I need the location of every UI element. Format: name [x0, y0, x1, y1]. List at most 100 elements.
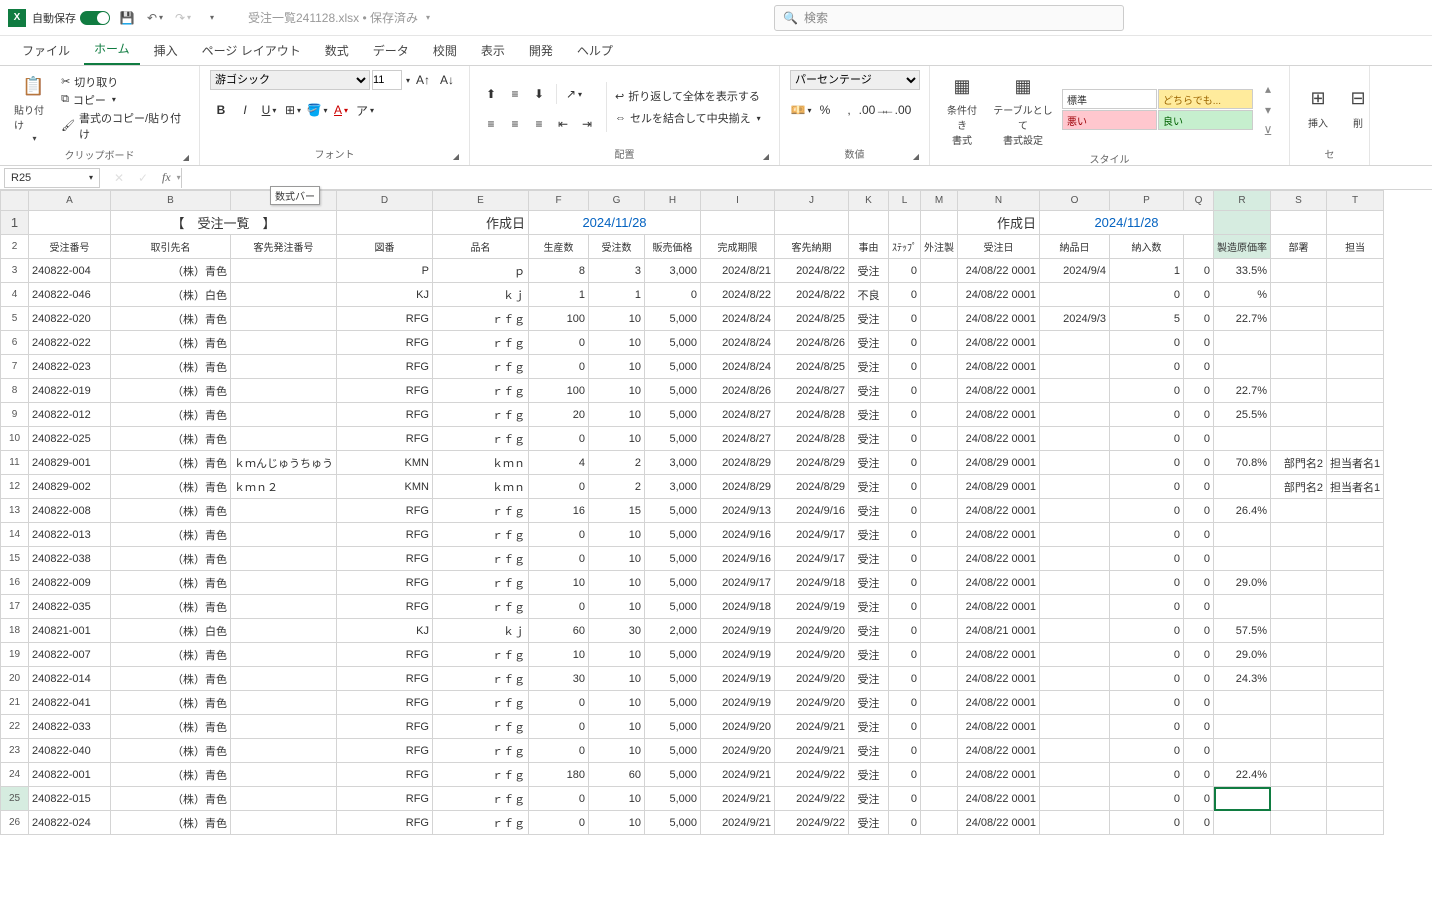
cell[interactable]: 0: [1184, 499, 1214, 523]
cell[interactable]: ｋｍｎ２: [231, 475, 337, 499]
cell[interactable]: 60: [529, 619, 589, 643]
cell[interactable]: [1214, 691, 1271, 715]
cell[interactable]: 240822-007: [29, 643, 111, 667]
align-middle-icon[interactable]: ≡: [504, 84, 526, 104]
col-header-O[interactable]: O: [1040, 191, 1110, 211]
cell[interactable]: （株）青色: [111, 451, 231, 475]
row-header[interactable]: 13: [1, 499, 29, 523]
col-header-D[interactable]: D: [337, 191, 433, 211]
cell[interactable]: 240822-001: [29, 763, 111, 787]
phonetic-button[interactable]: ア▾: [354, 100, 376, 120]
tab-データ[interactable]: データ: [363, 36, 419, 65]
cell[interactable]: 2024/9/20: [775, 643, 849, 667]
cell[interactable]: 2024/9/19: [701, 643, 775, 667]
cell[interactable]: 2024/9/20: [775, 691, 849, 715]
cell[interactable]: P: [337, 259, 433, 283]
col-header-Q[interactable]: Q: [1184, 191, 1214, 211]
cell[interactable]: 24/08/22 0001: [958, 547, 1040, 571]
tab-ファイル[interactable]: ファイル: [12, 36, 80, 65]
column-header-cell[interactable]: 納入数: [1110, 235, 1184, 259]
cell[interactable]: 2024/8/24: [701, 331, 775, 355]
enter-icon[interactable]: ✓: [132, 168, 154, 188]
cell[interactable]: 受注: [849, 331, 889, 355]
cell[interactable]: 240822-023: [29, 355, 111, 379]
cell[interactable]: 0: [1110, 787, 1184, 811]
format-as-table-button[interactable]: ▦テーブルとして 書式設定: [988, 70, 1058, 149]
font-size-input[interactable]: [372, 70, 402, 90]
cell[interactable]: 0: [889, 499, 921, 523]
format-painter-button[interactable]: 🖌書式のコピー/貼り付け: [61, 110, 189, 142]
cell[interactable]: [231, 547, 337, 571]
cell[interactable]: 0: [889, 739, 921, 763]
cell[interactable]: [231, 355, 337, 379]
cell[interactable]: [1214, 739, 1271, 763]
cell[interactable]: 240829-002: [29, 475, 111, 499]
cell[interactable]: 5,000: [645, 763, 701, 787]
cell[interactable]: 0: [529, 811, 589, 835]
cell[interactable]: 2,000: [645, 619, 701, 643]
cell[interactable]: [1040, 475, 1110, 499]
cell[interactable]: [231, 331, 337, 355]
cell[interactable]: [231, 619, 337, 643]
cell[interactable]: （株）青色: [111, 811, 231, 835]
cell[interactable]: 受注: [849, 475, 889, 499]
row-header[interactable]: 2: [1, 235, 29, 259]
worksheet-grid[interactable]: ABCDEFGHIJKLMNOPQRST1【 受注一覧 】作成日2024/11/…: [0, 190, 1432, 835]
cell[interactable]: 2024/9/21: [775, 739, 849, 763]
cell[interactable]: ｒｆｇ: [433, 523, 529, 547]
cell[interactable]: 2: [589, 451, 645, 475]
cell[interactable]: 2024/8/21: [701, 259, 775, 283]
cell[interactable]: [231, 763, 337, 787]
cell[interactable]: 担当者名1: [1327, 475, 1384, 499]
cell[interactable]: [1271, 739, 1327, 763]
cell[interactable]: 0: [1184, 259, 1214, 283]
cell[interactable]: （株）白色: [111, 283, 231, 307]
cell[interactable]: 2024/8/29: [701, 451, 775, 475]
cell[interactable]: [1040, 451, 1110, 475]
cell[interactable]: 0: [1184, 355, 1214, 379]
cell[interactable]: 5: [1110, 307, 1184, 331]
cell[interactable]: [231, 739, 337, 763]
cell[interactable]: [231, 283, 337, 307]
cell[interactable]: ｒｆｇ: [433, 643, 529, 667]
col-header-G[interactable]: G: [589, 191, 645, 211]
cell[interactable]: [1040, 499, 1110, 523]
col-header-B[interactable]: B: [111, 191, 231, 211]
cell[interactable]: 0: [1184, 595, 1214, 619]
cell[interactable]: 0: [1184, 787, 1214, 811]
cell[interactable]: 2024/9/22: [775, 787, 849, 811]
cell[interactable]: 0: [1110, 667, 1184, 691]
cell[interactable]: [1271, 811, 1327, 835]
cell[interactable]: [921, 403, 958, 427]
cell[interactable]: （株）青色: [111, 403, 231, 427]
cell[interactable]: [1327, 259, 1384, 283]
cell[interactable]: ｒｆｇ: [433, 403, 529, 427]
cell[interactable]: 240822-041: [29, 691, 111, 715]
cell[interactable]: 3,000: [645, 451, 701, 475]
cell[interactable]: 240822-014: [29, 667, 111, 691]
align-left-icon[interactable]: ≡: [480, 114, 502, 134]
cell[interactable]: 0: [889, 643, 921, 667]
cell[interactable]: 5,000: [645, 403, 701, 427]
cell[interactable]: 240822-022: [29, 331, 111, 355]
cell[interactable]: （株）青色: [111, 379, 231, 403]
cell[interactable]: [1271, 403, 1327, 427]
col-header-T[interactable]: T: [1327, 191, 1384, 211]
cell[interactable]: 0: [1184, 379, 1214, 403]
cell[interactable]: 0: [1184, 811, 1214, 835]
cell[interactable]: ｒｆｇ: [433, 787, 529, 811]
cell[interactable]: [231, 787, 337, 811]
cell[interactable]: 240829-001: [29, 451, 111, 475]
dialog-launcher-icon[interactable]: ◢: [453, 152, 459, 161]
cell[interactable]: 24/08/22 0001: [958, 499, 1040, 523]
column-header-cell[interactable]: ｽﾃｯﾌﾟ: [889, 235, 921, 259]
cell[interactable]: [1214, 547, 1271, 571]
cell[interactable]: 0: [889, 523, 921, 547]
gallery-more-icon[interactable]: ⊻: [1257, 121, 1279, 141]
cell[interactable]: 24/08/22 0001: [958, 331, 1040, 355]
cell[interactable]: RFG: [337, 787, 433, 811]
cell[interactable]: %: [1214, 283, 1271, 307]
cell[interactable]: 部門名2: [1271, 475, 1327, 499]
cell[interactable]: 24/08/22 0001: [958, 811, 1040, 835]
col-header-A[interactable]: A: [29, 191, 111, 211]
